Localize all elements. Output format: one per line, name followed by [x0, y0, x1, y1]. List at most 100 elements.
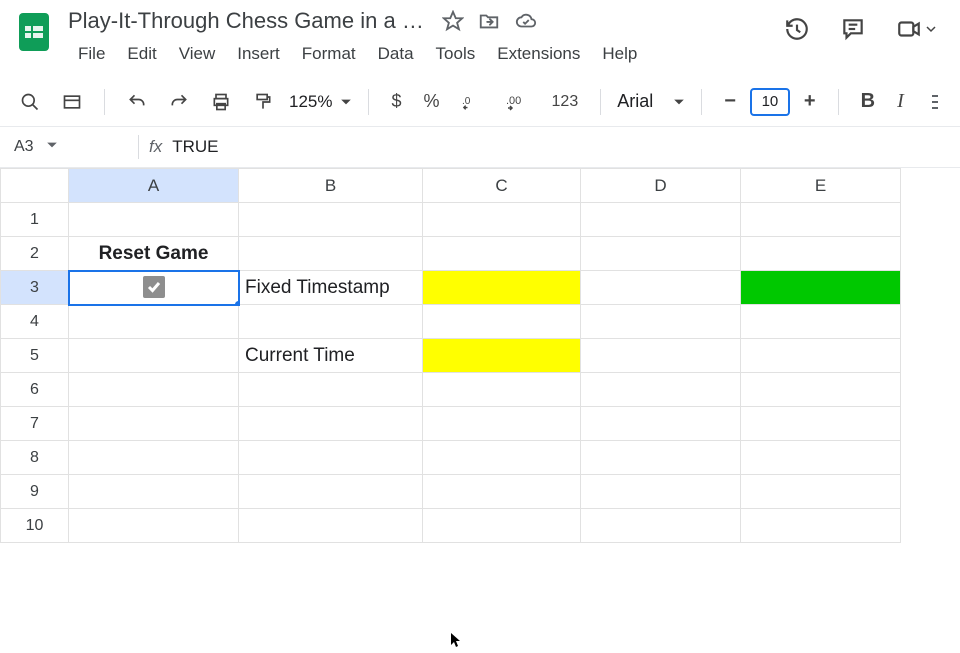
cell-A10[interactable]: [69, 509, 239, 543]
cell-B5[interactable]: Current Time: [239, 339, 423, 373]
row-header-10[interactable]: 10: [1, 509, 69, 543]
font-size-increase-button[interactable]: +: [798, 86, 822, 117]
cell-E10[interactable]: [741, 509, 901, 543]
cell-C4[interactable]: [423, 305, 581, 339]
cell-D6[interactable]: [581, 373, 741, 407]
format-percent-button[interactable]: %: [418, 87, 446, 116]
star-icon[interactable]: [442, 10, 464, 32]
row-header-7[interactable]: 7: [1, 407, 69, 441]
cell-C7[interactable]: [423, 407, 581, 441]
cell-D3[interactable]: [581, 271, 741, 305]
cell-E5[interactable]: [741, 339, 901, 373]
cell-C9[interactable]: [423, 475, 581, 509]
cell-D7[interactable]: [581, 407, 741, 441]
menu-format[interactable]: Format: [292, 40, 366, 68]
italic-button[interactable]: I: [891, 86, 910, 117]
cell-C8[interactable]: [423, 441, 581, 475]
checkbox-icon[interactable]: [143, 276, 165, 298]
row-header-3[interactable]: 3: [1, 271, 69, 305]
menu-extensions[interactable]: Extensions: [487, 40, 590, 68]
column-header-B[interactable]: B: [239, 169, 423, 203]
cell-A4[interactable]: [69, 305, 239, 339]
cell-A9[interactable]: [69, 475, 239, 509]
cell-A6[interactable]: [69, 373, 239, 407]
cell-E3[interactable]: [741, 271, 901, 305]
column-header-C[interactable]: C: [423, 169, 581, 203]
version-history-icon[interactable]: [784, 16, 810, 42]
cell-B6[interactable]: [239, 373, 423, 407]
cell-C3[interactable]: [423, 271, 581, 305]
cloud-saved-icon[interactable]: [514, 10, 538, 32]
cell-A5[interactable]: [69, 339, 239, 373]
cell-C10[interactable]: [423, 509, 581, 543]
menu-view[interactable]: View: [169, 40, 226, 68]
cell-D9[interactable]: [581, 475, 741, 509]
cell-B9[interactable]: [239, 475, 423, 509]
select-all-corner[interactable]: [1, 169, 69, 203]
decrease-decimal-icon[interactable]: .0: [456, 88, 490, 116]
print-icon[interactable]: [205, 88, 237, 116]
cell-D5[interactable]: [581, 339, 741, 373]
column-header-D[interactable]: D: [581, 169, 741, 203]
sheets-logo[interactable]: [14, 12, 54, 52]
cell-B3[interactable]: Fixed Timestamp: [239, 271, 423, 305]
meet-icon[interactable]: [896, 16, 936, 42]
increase-decimal-icon[interactable]: .00: [500, 88, 536, 116]
zoom-selector[interactable]: 125%: [289, 92, 352, 112]
cell-B8[interactable]: [239, 441, 423, 475]
format-number-button[interactable]: 123: [546, 89, 585, 115]
formula-value[interactable]: TRUE: [172, 137, 218, 157]
menu-edit[interactable]: Edit: [117, 40, 166, 68]
cell-E1[interactable]: [741, 203, 901, 237]
spreadsheet-grid[interactable]: A B C D E 1 2Reset Game 3 Fixed Timestam…: [0, 168, 960, 543]
cell-A8[interactable]: [69, 441, 239, 475]
search-icon[interactable]: [14, 88, 46, 116]
sheets-menu-icon[interactable]: [56, 88, 88, 116]
column-header-A[interactable]: A: [69, 169, 239, 203]
menu-tools[interactable]: Tools: [426, 40, 486, 68]
document-title[interactable]: Play-It-Through Chess Game in a Sin...: [68, 8, 428, 34]
row-header-8[interactable]: 8: [1, 441, 69, 475]
cell-B7[interactable]: [239, 407, 423, 441]
cell-E2[interactable]: [741, 237, 901, 271]
cell-E8[interactable]: [741, 441, 901, 475]
paint-format-icon[interactable]: [247, 88, 279, 116]
font-size-decrease-button[interactable]: −: [718, 86, 742, 117]
cell-C1[interactable]: [423, 203, 581, 237]
cell-D4[interactable]: [581, 305, 741, 339]
move-folder-icon[interactable]: [478, 10, 500, 32]
cell-A2[interactable]: Reset Game: [69, 237, 239, 271]
cell-D1[interactable]: [581, 203, 741, 237]
cell-E6[interactable]: [741, 373, 901, 407]
cell-B1[interactable]: [239, 203, 423, 237]
row-header-1[interactable]: 1: [1, 203, 69, 237]
cell-B10[interactable]: [239, 509, 423, 543]
name-box[interactable]: A3: [8, 138, 128, 156]
row-header-4[interactable]: 4: [1, 305, 69, 339]
cell-D8[interactable]: [581, 441, 741, 475]
redo-icon[interactable]: [163, 88, 195, 116]
row-header-6[interactable]: 6: [1, 373, 69, 407]
cell-E4[interactable]: [741, 305, 901, 339]
comments-icon[interactable]: [840, 16, 866, 42]
cell-E7[interactable]: [741, 407, 901, 441]
menu-file[interactable]: File: [68, 40, 115, 68]
row-header-9[interactable]: 9: [1, 475, 69, 509]
menu-data[interactable]: Data: [368, 40, 424, 68]
selection-handle[interactable]: [234, 300, 239, 305]
bold-button[interactable]: B: [855, 86, 881, 117]
cell-D10[interactable]: [581, 509, 741, 543]
cell-E9[interactable]: [741, 475, 901, 509]
cell-A7[interactable]: [69, 407, 239, 441]
undo-icon[interactable]: [121, 88, 153, 116]
cell-B4[interactable]: [239, 305, 423, 339]
cell-C5[interactable]: [423, 339, 581, 373]
column-header-E[interactable]: E: [741, 169, 901, 203]
format-currency-button[interactable]: $: [385, 87, 407, 116]
font-selector[interactable]: Arial: [617, 91, 685, 112]
cell-A3[interactable]: [69, 271, 239, 305]
row-header-5[interactable]: 5: [1, 339, 69, 373]
menu-insert[interactable]: Insert: [227, 40, 290, 68]
menu-help[interactable]: Help: [592, 40, 647, 68]
font-size-input[interactable]: 10: [750, 88, 790, 116]
